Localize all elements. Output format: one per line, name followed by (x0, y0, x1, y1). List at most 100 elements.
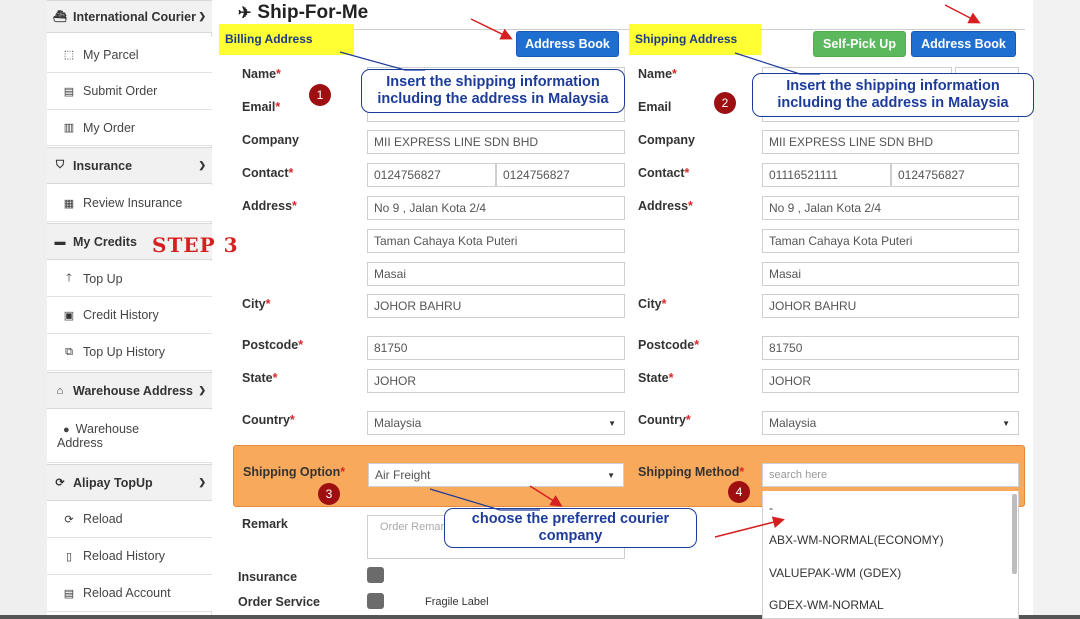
shipping-address-line2-input[interactable]: Taman Cahaya Kota Puteri (762, 229, 1019, 253)
billing-address-book-button[interactable]: Address Book (516, 31, 619, 57)
billing-address-line1-input[interactable]: No 9 , Jalan Kota 2/4 (367, 196, 625, 220)
shipping-method-search-input[interactable]: search here (762, 463, 1019, 487)
shipping-option-select[interactable]: Air Freight (368, 463, 624, 487)
billing-postcode-input[interactable]: 81750 (367, 336, 625, 360)
left-gutter (0, 0, 47, 619)
credit-card-icon: ▬ (54, 235, 66, 248)
shipping-contact-input-1[interactable]: 01116521111 (762, 163, 891, 187)
shipping-method-option[interactable]: GDEX-WM-NORMAL (769, 598, 884, 612)
shipping-option-label: Shipping Option* (243, 465, 346, 479)
document-icon: ▯ (65, 550, 73, 563)
shipping-company-input[interactable]: MII EXPRESS LINE SDN BHD (762, 130, 1019, 154)
money-icon: ▣ (63, 309, 75, 322)
shipping-company-label: Company (638, 133, 695, 147)
shipping-state-input[interactable]: JOHOR (762, 369, 1019, 393)
shipping-postcode-input[interactable]: 81750 (762, 336, 1019, 360)
sidebar-section-label: Insurance (73, 158, 133, 173)
billing-company-label: Company (242, 133, 299, 147)
order-service-label: Order Service (238, 595, 320, 609)
billing-name-label: Name* (242, 67, 281, 81)
shipping-address-label: Address* (638, 199, 693, 213)
courier-icon: ⛴ (53, 11, 67, 23)
sidebar-section-alipay-topup[interactable]: ⟳ Alipay TopUp ❯ (47, 464, 212, 501)
sidebar-item-my-parcel[interactable]: ⬚ My Parcel (47, 37, 212, 73)
shipping-address-header: Shipping Address (629, 24, 761, 55)
list-icon: ▥ (63, 122, 75, 134)
sidebar-item-label: Top Up History (83, 345, 165, 359)
shipping-name-label: Name* (638, 67, 677, 81)
sidebar-section-international-courier[interactable]: ⛴ International Courier ❯ (47, 0, 212, 33)
sidebar-section-label: Alipay TopUp (73, 475, 153, 490)
account-list-icon: ▤ (63, 587, 75, 600)
sidebar-item-label: My Order (83, 120, 136, 135)
sidebar: ⛴ International Courier ❯ ⬚ My Parcel ▤ … (47, 0, 212, 619)
shipping-country-label: Country* (638, 413, 691, 427)
shipping-contact-label: Contact* (638, 166, 690, 180)
billing-address-line2-input[interactable]: Taman Cahaya Kota Puteri (367, 229, 625, 253)
billing-company-input[interactable]: MII EXPRESS LINE SDN BHD (367, 130, 625, 154)
receipt-icon: ▤ (63, 85, 75, 98)
sidebar-item-reload[interactable]: ⟳ Reload (47, 501, 212, 538)
insurance-checkbox[interactable] (367, 567, 384, 583)
sidebar-item-submit-order[interactable]: ▤ Submit Order (47, 73, 212, 110)
shipping-contact-input-2[interactable]: 0124756827 (891, 163, 1019, 187)
sidebar-item-label: My Parcel (83, 47, 139, 62)
page-title: ✈ Ship-For-Me (238, 2, 368, 24)
sidebar-section-warehouse-address[interactable]: ⌂ Warehouse Address ❯ (47, 372, 212, 409)
billing-contact-input-1[interactable]: 0124756827 (367, 163, 496, 187)
dropdown-scrollbar[interactable] (1012, 494, 1017, 574)
sidebar-item-credit-history[interactable]: ▣ Credit History (47, 297, 212, 334)
sidebar-item-top-up[interactable]: 🡑 Top Up (47, 261, 212, 297)
sidebar-section-insurance[interactable]: ⛉ Insurance ❯ (47, 147, 212, 184)
billing-city-input[interactable]: JOHOR BAHRU (367, 294, 625, 318)
shipping-country-select[interactable]: Malaysia (762, 411, 1019, 435)
shipping-address-book-button[interactable]: Address Book (911, 31, 1016, 57)
billing-state-input[interactable]: JOHOR (367, 369, 625, 393)
billing-address-line3-input[interactable]: Masai (367, 262, 625, 286)
parcel-icon: ⬚ (63, 49, 75, 61)
page-title-text: Ship-For-Me (257, 2, 369, 23)
step-badge-2: 2 (714, 92, 736, 114)
airplane-icon: ✈ (238, 5, 252, 22)
step-badge-4: 4 (728, 481, 750, 503)
right-margin (1033, 0, 1080, 619)
callout-text: including the address in Malaysia (377, 91, 609, 107)
fragile-label-text: Fragile Label (425, 596, 489, 608)
chevron-down-icon: ❯ (198, 160, 206, 170)
history-icon: ⧉ (65, 345, 73, 358)
sidebar-item-review-insurance[interactable]: ▦ Review Insurance (47, 185, 212, 222)
shipping-address-line1-input[interactable]: No 9 , Jalan Kota 2/4 (762, 196, 1019, 220)
review-icon: ▦ (63, 197, 75, 210)
sidebar-item-label: Reload Account (83, 586, 171, 600)
billing-address-label: Address* (242, 199, 297, 213)
fragile-label-checkbox[interactable] (367, 593, 384, 609)
shipping-method-dropdown: - ABX-WM-NORMAL(ECONOMY) VALUEPAK-WM (GD… (762, 491, 1019, 619)
shipping-address-line3-input[interactable]: Masai (762, 262, 1019, 286)
sidebar-section-label: International Courier (73, 9, 196, 24)
sidebar-item-label-line2: Address (57, 436, 103, 450)
sidebar-section-label: My Credits (73, 234, 137, 249)
sidebar-item-reload-history[interactable]: ▯ Reload History (47, 538, 212, 575)
step-badge-1: 1 (309, 84, 331, 106)
sidebar-item-top-up-history[interactable]: ⧉ Top Up History (47, 334, 212, 371)
sidebar-item-reload-account[interactable]: ▤ Reload Account (47, 575, 212, 612)
sidebar-item-my-order[interactable]: ▥ My Order (47, 110, 212, 146)
sidebar-item-warehouse-address[interactable]: ● Warehouse Address (47, 410, 212, 463)
billing-country-select[interactable]: Malaysia (367, 411, 625, 435)
shipping-method-label: Shipping Method* (638, 465, 745, 479)
shipping-method-option[interactable]: ABX-WM-NORMAL(ECONOMY) (769, 533, 944, 547)
sidebar-section-label: Warehouse Address (73, 383, 193, 398)
shipping-city-input[interactable]: JOHOR BAHRU (762, 294, 1019, 318)
billing-contact-input-2[interactable]: 0124756827 (496, 163, 625, 187)
map-pin-icon: ● (63, 424, 70, 436)
insurance-label: Insurance (238, 570, 298, 584)
remark-label: Remark (242, 517, 288, 531)
self-pickup-button[interactable]: Self-Pick Up (813, 31, 906, 57)
sidebar-item-label: Submit Order (83, 84, 158, 98)
shipping-city-label: City* (638, 297, 667, 311)
callout-billing-info: Insert the shipping information includin… (361, 69, 625, 113)
sidebar-item-label: Credit History (83, 308, 159, 322)
shipping-method-option[interactable]: - (769, 501, 773, 515)
arrow-up-icon: 🡑 (66, 272, 72, 284)
shipping-method-option[interactable]: VALUEPAK-WM (GDEX) (769, 566, 901, 580)
